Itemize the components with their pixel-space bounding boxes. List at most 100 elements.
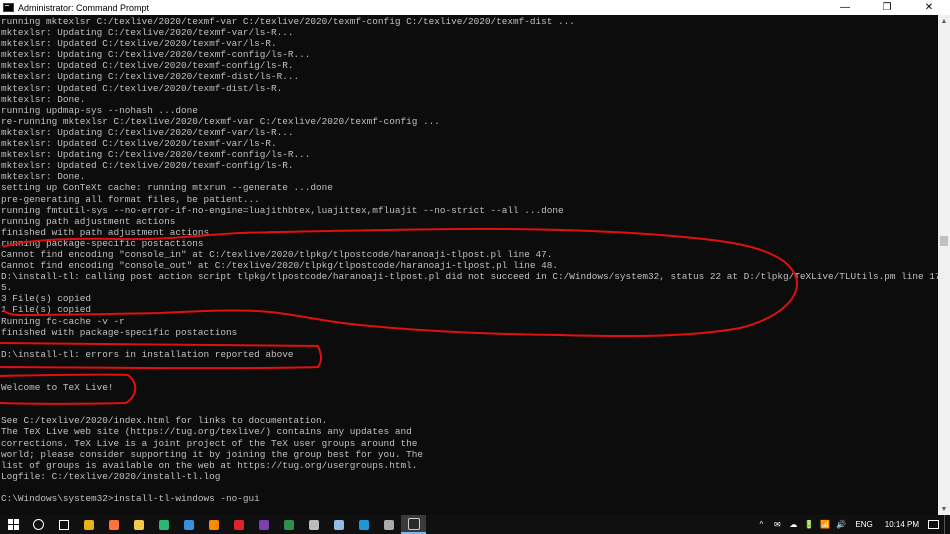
console-line: re-running mktexlsr C:/texlive/2020/texm… xyxy=(1,115,440,127)
console-line: world; please consider supporting it by … xyxy=(1,448,423,460)
tray-icon[interactable]: 📶 xyxy=(817,520,833,529)
console-line: 5. xyxy=(1,282,13,294)
console-line: C:\Windows\system32>install-tl-windows -… xyxy=(1,493,260,505)
scroll-down-icon[interactable]: ▼ xyxy=(938,503,950,515)
command-prompt-icon xyxy=(407,517,420,530)
taskbar: ^ ✉ ☁ 🔋 📶 🔊 ENG 10:14 PM xyxy=(0,515,950,534)
scroll-thumb[interactable] xyxy=(940,236,948,246)
scroll-up-icon[interactable]: ▲ xyxy=(938,15,950,27)
vlc-icon xyxy=(208,519,219,530)
search-icon xyxy=(33,519,44,530)
console-line: See C:/texlive/2020/index.html for links… xyxy=(1,415,328,427)
taskbar-app-button[interactable] xyxy=(76,515,101,534)
console-line: Running fc-cache -v -r xyxy=(1,315,125,327)
console-line: mktexlsr: Done. xyxy=(1,171,86,183)
console-line: running mktexlsr C:/texlive/2020/texmf-v… xyxy=(1,16,575,27)
minimize-button[interactable]: — xyxy=(824,0,866,15)
tray-icon[interactable]: 🔊 xyxy=(833,520,849,529)
taskbar-app-button[interactable] xyxy=(301,515,326,534)
console-line: 1 File(s) copied xyxy=(1,304,92,316)
console-line: Welcome to TeX Live! xyxy=(1,382,114,394)
console-line: running fmtutil-sys --no-error-if-no-eng… xyxy=(1,204,564,216)
maximize-button[interactable]: ❐ xyxy=(866,0,908,15)
console-line: Cannot find encoding "console_in" at C:/… xyxy=(1,248,553,260)
console-line: mktexlsr: Updating C:/texlive/2020/texmf… xyxy=(1,71,300,83)
console-line: mktexlsr: Done. xyxy=(1,93,86,105)
file-explorer-icon xyxy=(133,519,144,530)
visual-studio-icon xyxy=(258,519,269,530)
taskbar-app-button[interactable] xyxy=(201,515,226,534)
taskbar-app-button[interactable] xyxy=(251,515,276,534)
taskbar-app-button[interactable] xyxy=(276,515,301,534)
console-line: The TeX Live web site (https://tug.org/t… xyxy=(1,426,412,438)
start-button[interactable] xyxy=(0,515,26,534)
console-line: Logfile: C:/texlive/2020/install-tl.log xyxy=(1,470,221,482)
taskbar-app-button[interactable] xyxy=(326,515,351,534)
vertical-scrollbar[interactable]: ▲ ▼ xyxy=(938,15,950,515)
tray-icons: ✉ ☁ 🔋 📶 🔊 xyxy=(769,520,849,529)
taskbar-app-button[interactable] xyxy=(126,515,151,534)
show-hidden-icons-chevron-icon[interactable]: ^ xyxy=(753,520,769,529)
taskbar-apps xyxy=(76,515,426,534)
taskbar-app-button[interactable] xyxy=(401,515,426,534)
app-icon xyxy=(283,519,294,530)
task-view-button[interactable] xyxy=(51,515,76,534)
clock[interactable]: 10:14 PM xyxy=(879,520,925,529)
window-controls: — ❐ ✕ xyxy=(824,0,950,15)
console-line: Cannot find encoding "console_out" at C:… xyxy=(1,260,558,272)
console-line: mktexlsr: Updating C:/texlive/2020/texmf… xyxy=(1,149,311,161)
taskbar-app-button[interactable] xyxy=(151,515,176,534)
notepad-icon xyxy=(333,519,344,530)
console-line: finished with path adjustment actions xyxy=(1,226,210,238)
taskbar-app-button[interactable] xyxy=(101,515,126,534)
console-lines: running mktexlsr C:/texlive/2020/texmf-v… xyxy=(1,16,938,504)
taskbar-app-button[interactable] xyxy=(176,515,201,534)
command-prompt-icon xyxy=(3,3,14,12)
console-output[interactable]: running mktexlsr C:/texlive/2020/texmf-v… xyxy=(0,15,938,515)
console-line: 3 File(s) copied xyxy=(1,293,92,305)
console-line: mktexlsr: Updated C:/texlive/2020/texmf-… xyxy=(1,160,294,172)
tray-icon[interactable]: 🔋 xyxy=(801,520,817,529)
close-button[interactable]: ✕ xyxy=(908,0,950,15)
console-line: mktexlsr: Updated C:/texlive/2020/texmf-… xyxy=(1,82,283,94)
taskbar-app-button[interactable] xyxy=(226,515,251,534)
tray-icon[interactable]: ☁ xyxy=(785,520,801,529)
console-line: mktexlsr: Updating C:/texlive/2020/texmf… xyxy=(1,49,311,61)
title-bar[interactable]: Administrator: Command Prompt — ❐ ✕ xyxy=(0,0,950,15)
notification-icon xyxy=(927,520,939,529)
mail-icon xyxy=(383,519,394,530)
console-line: mktexlsr: Updated C:/texlive/2020/texmf-… xyxy=(1,60,294,72)
language-indicator[interactable]: ENG xyxy=(849,520,878,529)
opera-icon xyxy=(233,519,244,530)
skype-icon xyxy=(358,519,369,530)
console-line: mktexlsr: Updated C:/texlive/2020/texmf-… xyxy=(1,138,277,150)
firefox-icon xyxy=(108,519,119,530)
taskbar-app-button[interactable] xyxy=(351,515,376,534)
console-line: mktexlsr: Updated C:/texlive/2020/texmf-… xyxy=(1,38,277,50)
window-title: Administrator: Command Prompt xyxy=(18,2,150,13)
tray-icon[interactable]: ✉ xyxy=(769,520,785,529)
windows-logo-icon xyxy=(7,519,19,530)
task-view-icon xyxy=(58,519,69,530)
console-line: pre-generating all format files, be pati… xyxy=(1,193,260,205)
console-line: running updmap-sys --nohash ...done xyxy=(1,104,198,116)
chrome-icon xyxy=(83,519,94,530)
console-line: list of groups is available on the web a… xyxy=(1,459,418,471)
settings-icon xyxy=(308,519,319,530)
console-line: running package-specific postactions xyxy=(1,237,204,249)
edge-icon xyxy=(158,519,169,530)
show-desktop-button[interactable] xyxy=(944,515,950,534)
taskbar-app-button[interactable] xyxy=(376,515,401,534)
console-line: D:\install-tl: errors in installation re… xyxy=(1,348,294,360)
console-line: corrections. TeX Live is a joint project… xyxy=(1,437,418,449)
console-line: setting up ConTeXt cache: running mtxrun… xyxy=(1,182,333,194)
action-center-button[interactable] xyxy=(925,515,941,534)
console-line: mktexlsr: Updating C:/texlive/2020/texmf… xyxy=(1,27,294,39)
search-button[interactable] xyxy=(26,515,51,534)
